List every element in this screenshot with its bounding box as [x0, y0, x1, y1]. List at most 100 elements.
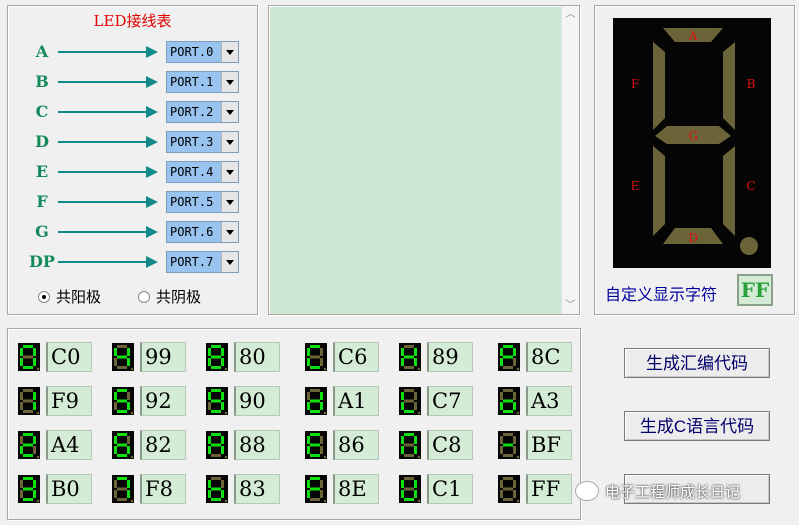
mini-seven-segment [498, 343, 520, 371]
code-value: C6 [333, 342, 379, 372]
code-cell[interactable]: 88 [206, 429, 294, 461]
code-cell[interactable]: A4 [18, 429, 106, 461]
mini-seven-segment [112, 431, 134, 459]
mini-seven-segment [305, 431, 327, 459]
custom-char-input[interactable]: FF [737, 274, 773, 306]
segment-label-b: B [747, 77, 756, 91]
chevron-down-icon[interactable] [221, 192, 238, 212]
chevron-down-icon[interactable] [221, 132, 238, 152]
wiring-row: DP PORT.7 [28, 251, 253, 273]
mini-seven-segment [498, 387, 520, 415]
chevron-down-icon[interactable] [221, 252, 238, 272]
port-select[interactable]: PORT.3 [166, 131, 239, 153]
segment-label-f: F [631, 77, 639, 91]
code-output-textarea[interactable]: ︿ ﹀ [268, 5, 580, 315]
port-value: PORT.2 [167, 102, 221, 122]
code-value: 80 [234, 342, 280, 372]
code-cell[interactable]: C0 [18, 341, 106, 373]
mini-seven-segment [399, 431, 421, 459]
seven-segment-display[interactable]: A F B G E C D [613, 18, 771, 268]
code-cell[interactable]: BF [498, 429, 586, 461]
mini-seven-segment [498, 475, 520, 503]
code-cell[interactable]: 86 [305, 429, 393, 461]
code-cell[interactable]: 90 [206, 385, 294, 417]
segment-name: A [35, 42, 49, 61]
generate-asm-button[interactable]: 生成汇编代码 [624, 348, 770, 378]
chevron-down-icon[interactable] [221, 222, 238, 242]
common-cathode-radio[interactable]: 共阴极 [138, 286, 201, 307]
code-value: F8 [140, 474, 186, 504]
code-cell[interactable]: F8 [112, 473, 200, 505]
chevron-down-icon[interactable] [221, 162, 238, 182]
segment-name: G [35, 222, 49, 241]
mini-seven-segment [399, 475, 421, 503]
port-select[interactable]: PORT.4 [166, 161, 239, 183]
segment-name: DP [29, 252, 55, 271]
arrow-head-icon [146, 256, 158, 268]
chevron-down-icon[interactable] [221, 72, 238, 92]
code-table-panel: C0 99 80 C6 89 8C F9 92 90 A1 C7 A3 A4 82 88 86 C8 BF B0 F8… [7, 328, 581, 520]
mini-seven-segment [206, 431, 228, 459]
wiring-title: LED接线表 [93, 12, 172, 30]
arrow-icon [58, 111, 154, 113]
code-cell[interactable]: A3 [498, 385, 586, 417]
segment-name: B [35, 72, 49, 91]
code-value: 86 [333, 430, 379, 460]
port-select[interactable]: PORT.5 [166, 191, 239, 213]
port-select[interactable]: PORT.7 [166, 251, 239, 273]
code-cell[interactable]: 82 [112, 429, 200, 461]
code-cell[interactable]: C8 [399, 429, 487, 461]
common-anode-radio[interactable]: 共阳极 [38, 286, 101, 307]
vertical-scrollbar[interactable]: ︿ ﹀ [561, 6, 579, 314]
code-cell[interactable]: C1 [399, 473, 487, 505]
mini-seven-segment [18, 431, 40, 459]
scroll-up-icon[interactable]: ︿ [562, 6, 579, 23]
port-value: PORT.0 [167, 42, 221, 62]
port-select[interactable]: PORT.1 [166, 71, 239, 93]
segment-name: E [35, 162, 49, 181]
code-cell[interactable]: 99 [112, 341, 200, 373]
code-cell[interactable]: F9 [18, 385, 106, 417]
led-wiring-panel: LED接线表 A PORT.0 B PORT.1 C PORT.2 D PORT.3 E PORT… [7, 5, 258, 315]
chevron-down-icon[interactable] [221, 102, 238, 122]
code-cell[interactable]: 8E [305, 473, 393, 505]
code-value: A4 [46, 430, 92, 460]
code-value: C1 [427, 474, 473, 504]
generate-c-button[interactable]: 生成C语言代码 [624, 411, 770, 441]
code-cell[interactable]: FF [498, 473, 586, 505]
port-select[interactable]: PORT.0 [166, 41, 239, 63]
segment-b [723, 42, 735, 130]
wiring-row: A PORT.0 [28, 41, 253, 63]
port-value: PORT.4 [167, 162, 221, 182]
watermark-text: 电子工程师成长日记 [605, 483, 741, 501]
mini-seven-segment [498, 431, 520, 459]
port-select[interactable]: PORT.2 [166, 101, 239, 123]
chevron-down-icon[interactable] [221, 42, 238, 62]
code-cell[interactable]: C6 [305, 341, 393, 373]
code-cell[interactable]: 83 [206, 473, 294, 505]
mini-seven-segment [305, 387, 327, 415]
port-value: PORT.7 [167, 252, 221, 272]
arrow-head-icon [146, 76, 158, 88]
code-cell[interactable]: 8C [498, 341, 586, 373]
port-value: PORT.3 [167, 132, 221, 152]
arrow-icon [58, 141, 154, 143]
wiring-row: D PORT.3 [28, 131, 253, 153]
code-cell[interactable]: 92 [112, 385, 200, 417]
wiring-row: F PORT.5 [28, 191, 253, 213]
segment-name: F [36, 192, 48, 211]
code-value: C7 [427, 386, 473, 416]
mini-seven-segment [206, 343, 228, 371]
mini-seven-segment [112, 475, 134, 503]
arrow-head-icon [146, 166, 158, 178]
code-cell[interactable]: 80 [206, 341, 294, 373]
scroll-down-icon[interactable]: ﹀ [562, 297, 579, 314]
code-value: 88 [234, 430, 280, 460]
port-select[interactable]: PORT.6 [166, 221, 239, 243]
code-cell[interactable]: C7 [399, 385, 487, 417]
segment-label-g: G [688, 129, 698, 143]
code-cell[interactable]: B0 [18, 473, 106, 505]
code-cell[interactable]: 89 [399, 341, 487, 373]
code-cell[interactable]: A1 [305, 385, 393, 417]
port-value: PORT.1 [167, 72, 221, 92]
